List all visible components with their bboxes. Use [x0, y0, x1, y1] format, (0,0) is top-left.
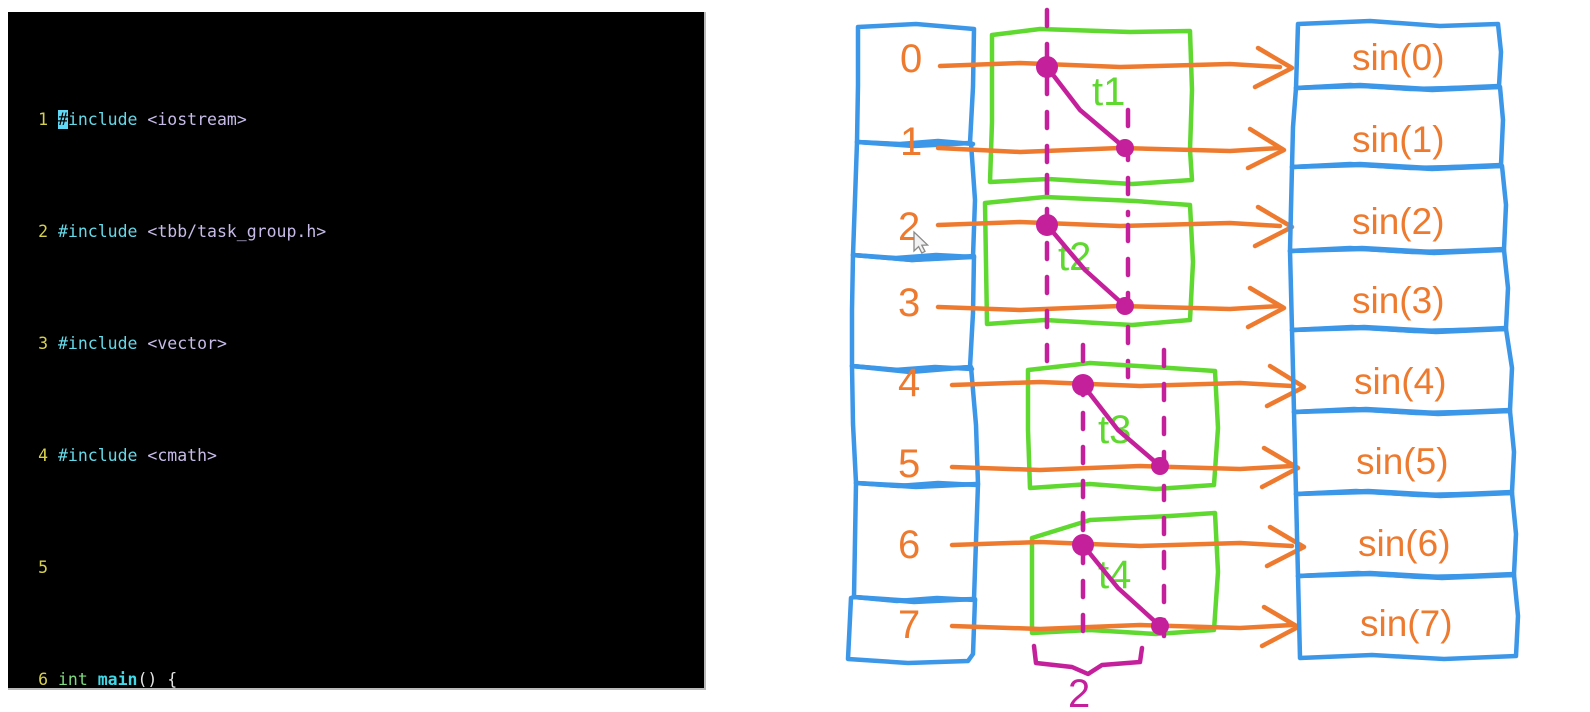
input-array-column: 0 1 2 3 4 5 6 7	[845, 21, 981, 666]
line-number: 2	[38, 222, 48, 241]
code-token-include-path: <iostream>	[147, 110, 247, 129]
pointer-dot	[1036, 56, 1058, 78]
line-number: 3	[38, 334, 48, 353]
flow-line	[949, 622, 1295, 632]
output-array-column: sin(0) sin(1) sin(2) sin(3) sin(4) sin(5…	[1287, 18, 1521, 662]
code-token-preprocessor: include	[67, 110, 148, 129]
line-number: 5	[38, 558, 48, 577]
code-line[interactable]: 1 #include <iostream>	[8, 106, 704, 134]
code-editor-panel[interactable]: 1 #include <iostream> 2 #include <tbb/task…	[8, 12, 706, 690]
line-number: 1	[38, 110, 48, 129]
input-index-label: 3	[898, 281, 920, 325]
input-index-label: 6	[898, 523, 920, 567]
output-value-label: sin(1)	[1352, 119, 1445, 160]
output-value-label: sin(3)	[1352, 280, 1445, 321]
output-value-label: sin(7)	[1360, 603, 1453, 644]
cursor-highlight: #	[58, 110, 68, 129]
code-token-type: int	[58, 670, 98, 689]
chunk-size-label: 2	[1068, 672, 1090, 712]
code-line[interactable]: 4 #include <cmath>	[8, 442, 704, 470]
flow-line	[949, 539, 1295, 549]
code-token-include-path: <cmath>	[147, 446, 217, 465]
thread-label: t3	[1098, 408, 1131, 452]
output-value-label: sin(5)	[1356, 441, 1449, 482]
input-index-label: 1	[900, 120, 922, 164]
pointer-dot	[1116, 297, 1134, 315]
code-line[interactable]: 3 #include <vector>	[8, 330, 704, 358]
input-index-label: 0	[900, 37, 922, 81]
flow-line	[949, 463, 1295, 473]
thread-label: t4	[1098, 553, 1131, 597]
flow-line	[935, 219, 1283, 229]
whiteboard-diagram: .bx { fill:none; stroke:#3d97e8; stroke-…	[840, 0, 1590, 712]
input-cell-divider	[851, 594, 978, 604]
output-value-label: sin(2)	[1352, 201, 1445, 242]
code-line[interactable]: 5	[8, 554, 704, 582]
output-value-label: sin(4)	[1354, 361, 1447, 402]
chunk-size-bracket: 2	[1031, 643, 1145, 712]
input-index-label: 5	[898, 442, 920, 486]
pointer-dot	[1151, 617, 1169, 635]
flow-line	[935, 145, 1283, 155]
pointer-dot	[1072, 534, 1094, 556]
pointer-dot	[1036, 214, 1058, 236]
line-number: 4	[38, 446, 48, 465]
code-line[interactable]: 2 #include <tbb/task_group.h>	[8, 218, 704, 246]
input-index-label: 4	[898, 361, 920, 405]
diagram-canvas: .bx { fill:none; stroke:#3d97e8; stroke-…	[845, 7, 1521, 712]
code-content[interactable]: 1 #include <iostream> 2 #include <tbb/task…	[8, 22, 704, 689]
code-token-include-path: <vector>	[147, 334, 227, 353]
pointer-dot	[1116, 139, 1134, 157]
thread-group-t4: t4	[949, 510, 1307, 649]
code-token-include-path: <tbb/task_group.h>	[147, 222, 327, 241]
code-line[interactable]: 6 int main() {	[8, 666, 704, 689]
code-token-preprocessor: #include	[58, 334, 148, 353]
line-number: 6	[38, 670, 48, 689]
bracket-shape	[1031, 643, 1145, 677]
code-token-function: main	[97, 670, 138, 689]
code-token-preprocessor: #include	[58, 222, 148, 241]
thread-box[interactable]	[987, 26, 1195, 187]
pointer-dot	[1072, 374, 1094, 396]
pointer-dot	[1151, 457, 1169, 475]
flow-line	[949, 379, 1295, 389]
thread-group-t1: t1	[935, 7, 1295, 218]
output-value-label: sin(0)	[1352, 37, 1445, 78]
input-cell-divider	[850, 252, 977, 261]
input-index-label: 7	[898, 603, 920, 647]
thread-label: t1	[1092, 70, 1125, 114]
mouse-pointer-icon	[913, 230, 930, 254]
code-token-plain: () {	[137, 670, 178, 689]
thread-group-t2: t2	[935, 172, 1295, 381]
flow-line	[935, 303, 1283, 313]
code-token-preprocessor: #include	[58, 446, 148, 465]
output-value-label: sin(6)	[1358, 523, 1451, 564]
